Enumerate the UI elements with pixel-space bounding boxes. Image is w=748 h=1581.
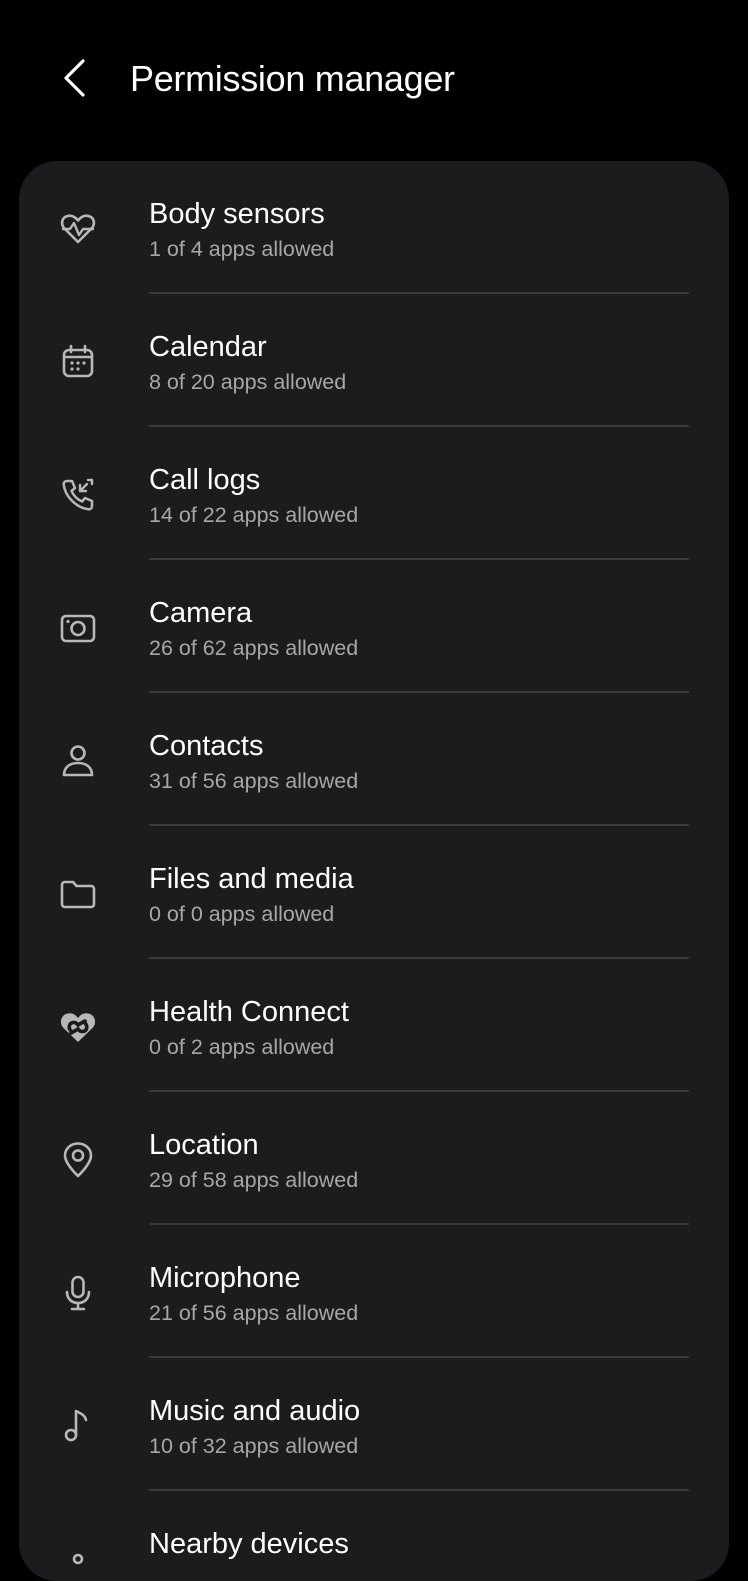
permission-status: 0 of 0 apps allowed	[149, 902, 335, 926]
permission-item-microphone[interactable]: Microphone 21 of 56 apps allowed	[19, 1225, 729, 1358]
permission-label: Contacts	[149, 730, 264, 762]
permission-item-files-and-media[interactable]: Files and media 0 of 0 apps allowed	[19, 826, 729, 959]
permission-status: 0 of 2 apps allowed	[149, 1035, 335, 1059]
permission-status: 29 of 58 apps allowed	[149, 1168, 359, 1192]
page-title: Permission manager	[130, 58, 455, 99]
permission-status: 21 of 56 apps allowed	[149, 1301, 359, 1325]
permission-status: 14 of 22 apps allowed	[149, 503, 359, 527]
camera-icon	[56, 606, 100, 650]
permissions-list: Body sensors 1 of 4 apps allowed Calenda…	[19, 161, 729, 1581]
permission-label: Body sensors	[149, 198, 325, 230]
permission-label: Nearby devices	[149, 1528, 349, 1560]
permission-item-nearby-devices[interactable]: Nearby devices	[19, 1491, 729, 1581]
music-note-icon	[56, 1404, 100, 1448]
permission-status: 1 of 4 apps allowed	[149, 237, 335, 261]
location-pin-icon	[56, 1138, 100, 1182]
permission-status: 31 of 56 apps allowed	[149, 769, 359, 793]
health-connect-icon	[56, 1005, 100, 1049]
permission-label: Health Connect	[149, 996, 349, 1028]
permission-item-music-and-audio[interactable]: Music and audio 10 of 32 apps allowed	[19, 1358, 729, 1491]
microphone-icon	[56, 1271, 100, 1315]
folder-icon	[56, 872, 100, 916]
permission-item-camera[interactable]: Camera 26 of 62 apps allowed	[19, 560, 729, 693]
permission-label: Microphone	[149, 1262, 301, 1294]
permission-item-contacts[interactable]: Contacts 31 of 56 apps allowed	[19, 693, 729, 826]
chevron-left-icon	[64, 59, 85, 97]
nearby-devices-icon	[56, 1537, 100, 1581]
permission-item-call-logs[interactable]: Call logs 14 of 22 apps allowed	[19, 427, 729, 560]
permission-label: Call logs	[149, 464, 261, 496]
permission-item-body-sensors[interactable]: Body sensors 1 of 4 apps allowed	[19, 161, 729, 294]
person-icon	[56, 739, 100, 783]
calendar-icon	[56, 340, 100, 384]
permission-status: 26 of 62 apps allowed	[149, 636, 359, 660]
phone-call-log-icon	[56, 473, 100, 517]
permission-label: Camera	[149, 597, 253, 629]
top-app-bar: Permission manager	[0, 0, 748, 160]
permission-status: 8 of 20 apps allowed	[149, 370, 347, 394]
permission-label: Location	[149, 1129, 259, 1161]
permission-label: Music and audio	[149, 1395, 361, 1427]
permission-label: Files and media	[149, 863, 354, 895]
permission-status: 10 of 32 apps allowed	[149, 1434, 359, 1458]
permission-item-health-connect[interactable]: Health Connect 0 of 2 apps allowed	[19, 959, 729, 1092]
back-button[interactable]	[46, 48, 102, 108]
permission-label: Calendar	[149, 331, 267, 363]
permission-item-calendar[interactable]: Calendar 8 of 20 apps allowed	[19, 294, 729, 427]
permission-item-location[interactable]: Location 29 of 58 apps allowed	[19, 1092, 729, 1225]
heart-pulse-icon	[56, 207, 100, 251]
